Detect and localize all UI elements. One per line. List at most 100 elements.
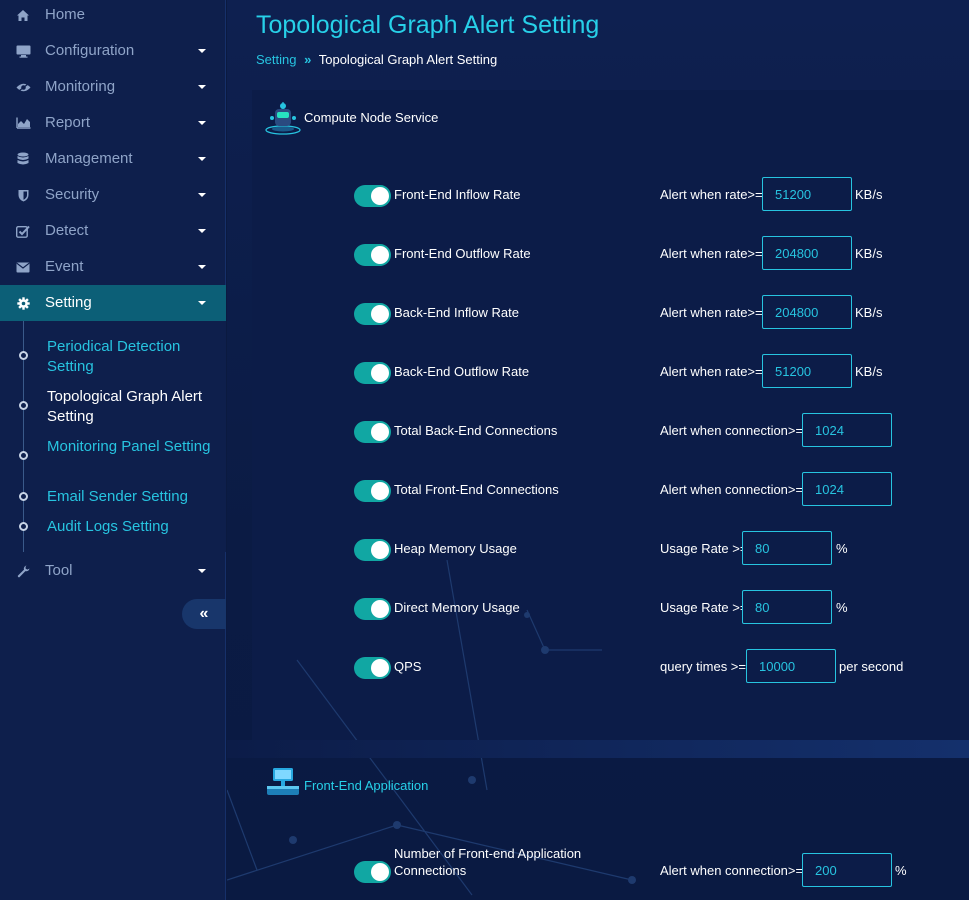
enable-toggle[interactable] — [354, 598, 391, 620]
threshold-input[interactable] — [802, 853, 892, 887]
submenu-item-email-sender[interactable]: Email Sender Setting — [0, 487, 226, 507]
compute-node-section-title: Compute Node Service — [304, 110, 439, 125]
threshold-input[interactable] — [802, 472, 892, 506]
enable-toggle[interactable] — [354, 185, 391, 207]
enable-toggle[interactable] — [354, 421, 391, 443]
envelope-icon — [15, 259, 31, 275]
alert-condition-label: Alert when rate>= — [660, 305, 763, 320]
breadcrumb-separator-icon: » — [304, 52, 312, 67]
home-icon — [15, 7, 31, 23]
sidebar-item-configuration[interactable]: Configuration — [0, 33, 226, 69]
submenu-item-audit-logs[interactable]: Audit Logs Setting — [0, 517, 226, 537]
alert-condition-label: Alert when rate>= — [660, 246, 763, 261]
alert-row: Number of Front-end Application Connecti… — [227, 846, 969, 892]
caret-down-icon — [198, 265, 206, 269]
sidebar-item-management[interactable]: Management — [0, 141, 226, 177]
alert-condition-label: Alert when connection>= — [660, 482, 804, 497]
sidebar-item-label: Tool — [45, 562, 73, 579]
sidebar-item-label: Home — [45, 6, 86, 23]
sidebar-item-report[interactable]: Report — [0, 105, 226, 141]
bullet-icon — [19, 522, 28, 531]
section-divider-band — [227, 740, 969, 758]
eye-icon — [15, 79, 31, 95]
sidebar-item-event[interactable]: Event — [0, 249, 226, 285]
alert-row: Total Front-End Connections Alert when c… — [227, 471, 969, 511]
unit-label: % — [836, 600, 848, 615]
threshold-input[interactable] — [742, 590, 832, 624]
alert-condition-label: Usage Rate >= — [660, 541, 748, 556]
enable-toggle[interactable] — [354, 362, 391, 384]
alert-condition-label: Usage Rate >= — [660, 600, 748, 615]
enable-toggle[interactable] — [354, 303, 391, 325]
alert-item-label: Heap Memory Usage — [394, 541, 517, 556]
threshold-input[interactable] — [762, 295, 852, 329]
alert-item-label: Number of Front-end Application — [394, 846, 582, 861]
sidebar-item-home[interactable]: Home — [0, 0, 226, 33]
submenu-item-monitoring-panel[interactable]: Monitoring Panel Setting — [0, 437, 226, 477]
sidebar-item-tool[interactable]: Tool — [0, 553, 226, 589]
threshold-input[interactable] — [762, 354, 852, 388]
alert-condition-label: Alert when connection>= — [660, 423, 804, 438]
alert-item-label: Direct Memory Usage — [394, 600, 520, 615]
alert-row: Front-End Outflow Rate Alert when rate>=… — [227, 235, 969, 275]
sidebar-item-label: Event — [45, 258, 84, 275]
caret-down-icon — [198, 569, 206, 573]
threshold-input[interactable] — [742, 531, 832, 565]
toggle-knob — [371, 482, 389, 500]
alert-item-label-continued: Connections — [394, 863, 467, 878]
bullet-icon — [19, 401, 28, 410]
front-end-application-icon — [267, 768, 299, 795]
sidebar-item-security[interactable]: Security — [0, 177, 226, 213]
unit-label: per second — [839, 659, 904, 674]
enable-toggle[interactable] — [354, 657, 391, 679]
threshold-input[interactable] — [762, 177, 852, 211]
database-icon — [15, 151, 31, 167]
alert-row: Front-End Inflow Rate Alert when rate>= … — [227, 176, 969, 216]
alert-item-label: Total Front-End Connections — [394, 482, 559, 497]
page-title: Topological Graph Alert Setting — [256, 11, 600, 39]
sidebar: Home Configuration Monitoring Report Man… — [0, 0, 226, 900]
submenu-item-topological-graph-alert[interactable]: Topological Graph Alert Setting — [0, 387, 226, 427]
sidebar-item-label: Monitoring — [45, 78, 116, 95]
sidebar-item-detect[interactable]: Detect — [0, 213, 226, 249]
toggle-knob — [371, 600, 389, 618]
compute-node-icon — [265, 102, 301, 135]
breadcrumb-setting-link[interactable]: Setting — [256, 52, 296, 67]
bullet-icon — [19, 492, 28, 501]
toggle-knob — [371, 423, 389, 441]
threshold-input[interactable] — [802, 413, 892, 447]
threshold-input[interactable] — [746, 649, 836, 683]
shield-icon — [15, 187, 31, 203]
threshold-input[interactable] — [762, 236, 852, 270]
bullet-icon — [19, 451, 28, 460]
sidebar-item-setting[interactable]: Setting — [0, 285, 226, 321]
enable-toggle[interactable] — [354, 244, 391, 266]
toggle-knob — [371, 246, 389, 264]
enable-toggle[interactable] — [354, 480, 391, 502]
sidebar-item-monitoring[interactable]: Monitoring — [0, 69, 226, 105]
enable-toggle[interactable] — [354, 539, 391, 561]
unit-label: % — [836, 541, 848, 556]
submenu-item-periodical-detection[interactable]: Periodical Detection Setting — [0, 337, 226, 377]
sidebar-item-label: Detect — [45, 222, 89, 239]
unit-label: KB/s — [855, 187, 883, 202]
alert-condition-label: Alert when rate>= — [660, 364, 763, 379]
sidebar-item-label: Security — [45, 186, 100, 203]
toggle-knob — [371, 364, 389, 382]
submenu-item-label: Email Sender Setting — [47, 488, 188, 505]
alert-row: Direct Memory Usage Usage Rate >= % — [227, 589, 969, 629]
caret-down-icon — [198, 193, 206, 197]
toggle-knob — [371, 541, 389, 559]
alert-item-label: Total Back-End Connections — [394, 423, 558, 438]
caret-down-icon — [198, 157, 206, 161]
sidebar-item-label: Report — [45, 114, 91, 131]
setting-submenu: Periodical Detection Setting Topological… — [0, 321, 226, 552]
main-content: Topological Graph Alert Setting Setting … — [227, 0, 969, 900]
alert-row: Back-End Outflow Rate Alert when rate>= … — [227, 353, 969, 393]
sidebar-item-label: Setting — [45, 294, 92, 311]
enable-toggle[interactable] — [354, 861, 391, 883]
caret-down-icon — [198, 301, 206, 305]
collapse-sidebar-button[interactable]: « — [182, 599, 226, 629]
toggle-knob — [371, 187, 389, 205]
bullet-icon — [19, 351, 28, 360]
